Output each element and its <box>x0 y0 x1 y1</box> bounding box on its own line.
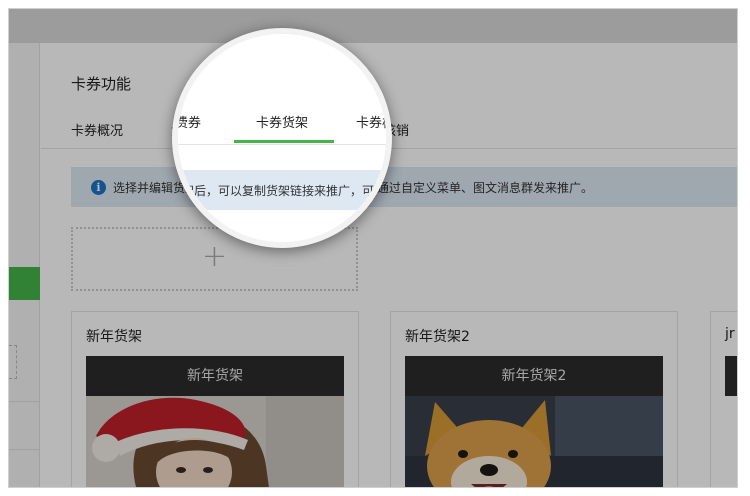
page-title: 卡券功能 <box>71 75 132 93</box>
shelf-card-banner <box>725 356 737 396</box>
magnified-tab-free-coupon: 免费券 <box>175 116 202 131</box>
info-notice: i 选择并编辑货架后，可以复制货架链接来推广，可通过自定义菜单、图文消息群发来推… <box>71 167 737 207</box>
plus-icon: + <box>201 239 228 274</box>
magnifier-lens: 免费券 卡券货架 卡券核销 选择并编辑货架后，可以复制货架链接来推广，可通过自定… <box>172 28 392 248</box>
magnified-tab-card-shelf: 卡券货架 <box>256 116 309 131</box>
magnified-notice-text: 选择并编辑货架后，可以复制货架链接来推广，可通过自定义菜单、图文消息群发来推广。 <box>172 184 387 198</box>
shelf-card-name: jr <box>725 326 735 342</box>
shelf-card[interactable]: jr <box>710 311 737 487</box>
shelf-card[interactable]: 新年货架 新年货架 <box>71 311 359 487</box>
magnified-tab-card-verify: 卡券核销 <box>356 116 386 131</box>
info-icon: i <box>91 180 106 195</box>
shelf-card-banner: 新年货架2 <box>405 356 663 396</box>
shelf-card-name: 新年货架 <box>86 329 142 345</box>
shelf-card-name: 新年货架2 <box>405 329 470 345</box>
shelf-card-image-dog <box>405 396 663 487</box>
shelf-card-image-girl <box>86 396 344 487</box>
sidebar-divider <box>9 449 40 450</box>
sidebar-divider <box>9 401 40 402</box>
sidebar-dashed-item[interactable] <box>9 345 17 379</box>
tab-card-overview[interactable]: 卡券概况 <box>71 115 123 149</box>
sidebar <box>9 43 40 487</box>
sidebar-item-active[interactable] <box>9 267 40 300</box>
main-content: 卡券功能 卡券概况 免费券 卡券货架 卡券核销 i 选择并编辑货架后，可以复制货… <box>41 43 737 487</box>
shelf-card[interactable]: 新年货架2 新年货架2 <box>390 311 678 487</box>
shelf-card-banner: 新年货架 <box>86 356 344 396</box>
